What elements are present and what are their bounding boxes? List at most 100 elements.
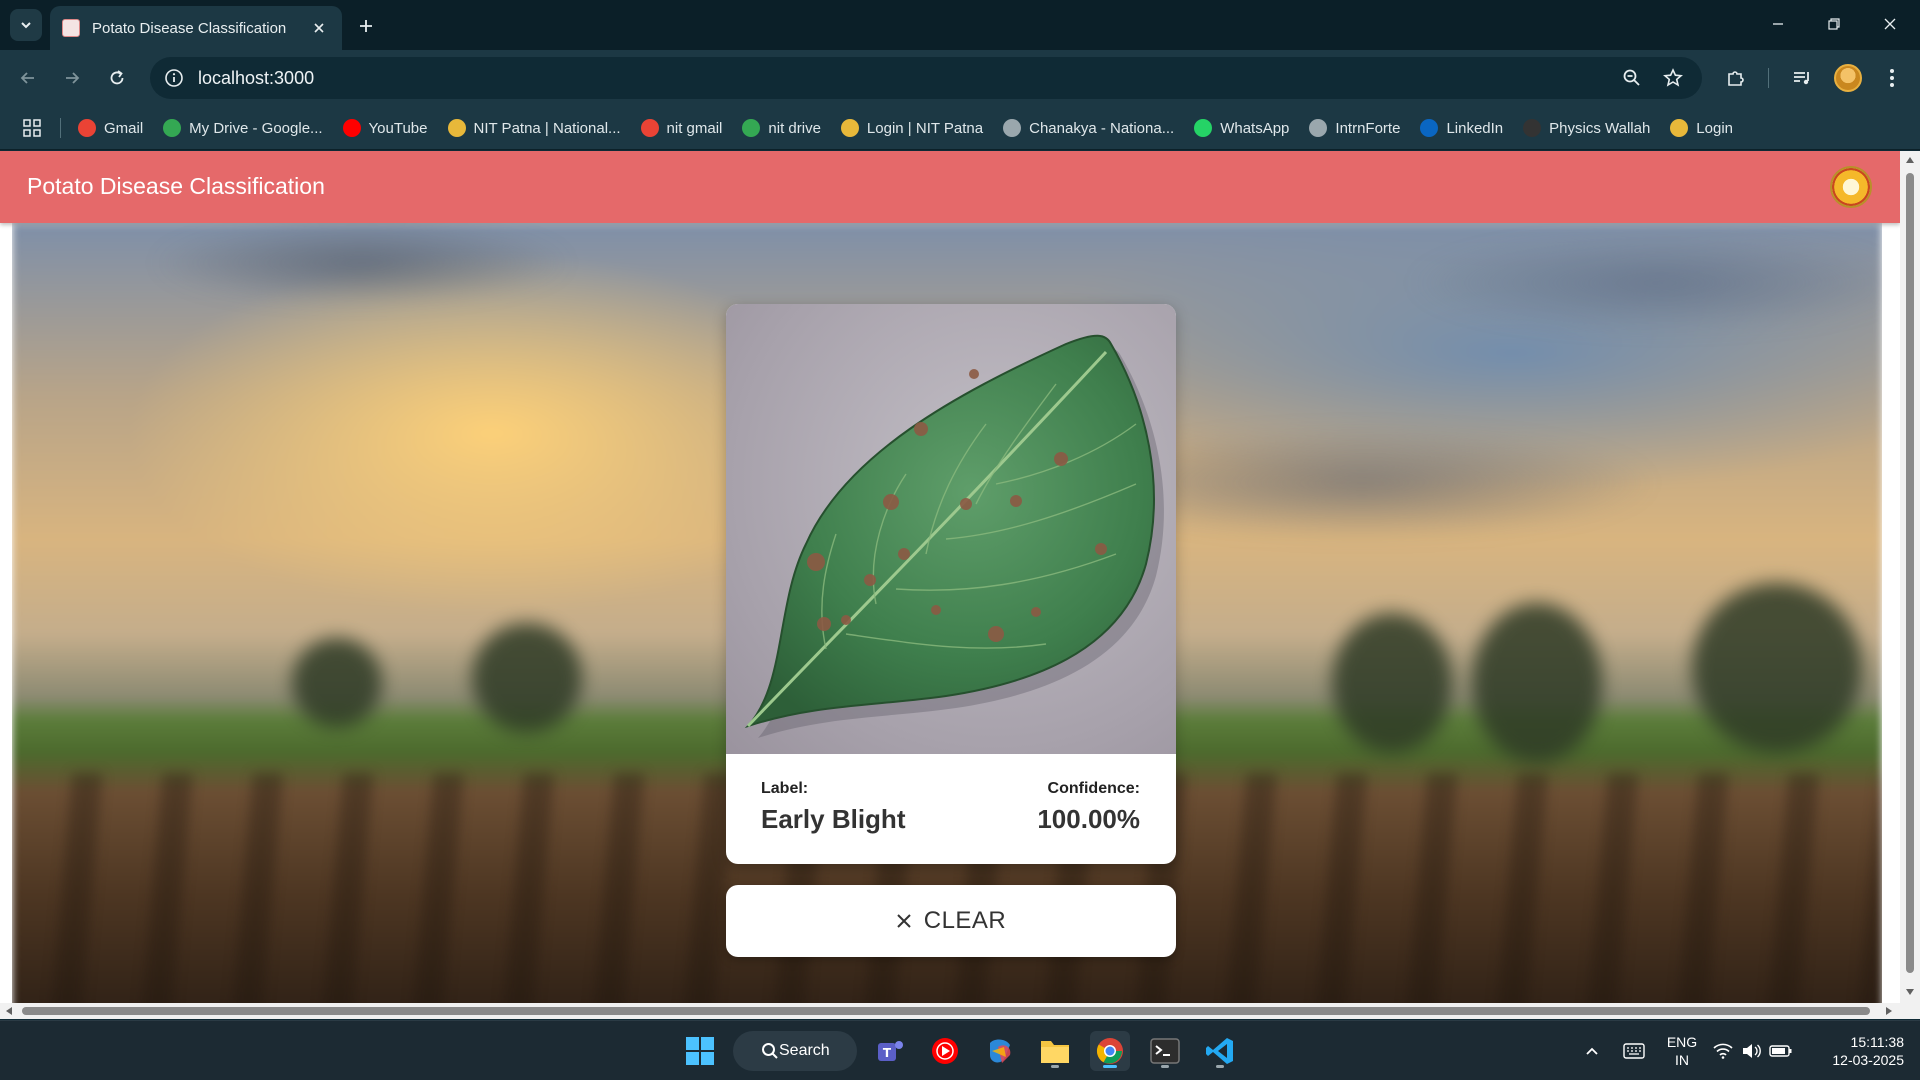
address-bar[interactable]: localhost:3000 [150, 57, 1702, 99]
terminal-icon [1150, 1038, 1180, 1064]
running-indicator [1051, 1065, 1059, 1068]
vertical-scroll-thumb[interactable] [1906, 173, 1914, 973]
new-tab-button[interactable] [352, 12, 380, 40]
restore-icon [1828, 18, 1840, 30]
youtube-music-app[interactable] [925, 1031, 965, 1071]
prediction-card: Label: Early Blight Confidence: 100.00% [726, 304, 1176, 864]
horizontal-scrollbar[interactable] [0, 1003, 1920, 1019]
forward-button[interactable] [56, 62, 88, 94]
system-clock[interactable]: 15:11:38 12-03-2025 [1812, 1033, 1904, 1069]
touch-keyboard-button[interactable] [1614, 1031, 1654, 1071]
chrome-app[interactable] [1090, 1031, 1130, 1071]
microsoft-365-app[interactable] [980, 1031, 1020, 1071]
uploaded-leaf-image [726, 304, 1176, 754]
confidence-value: 100.00% [1037, 804, 1140, 834]
bookmark-item[interactable]: My Drive - Google... [163, 119, 323, 137]
bookmark-item[interactable]: YouTube [342, 119, 428, 137]
region-code: IN [1675, 1052, 1689, 1068]
bookmark-item[interactable]: NIT Patna | National... [447, 119, 621, 137]
file-explorer-app[interactable] [1035, 1031, 1075, 1071]
browser-toolbar: localhost:3000 [0, 50, 1920, 106]
search-icon [762, 1043, 778, 1059]
wifi-icon [1713, 1043, 1733, 1059]
bookmark-label: nit gmail [666, 119, 723, 137]
bookmark-item[interactable]: Login [1670, 119, 1733, 137]
bookmark-item[interactable]: IntrnForte [1309, 119, 1400, 137]
scroll-down-icon[interactable] [1905, 987, 1915, 997]
bookmark-label: IntrnForte [1335, 119, 1401, 137]
vertical-scrollbar[interactable] [1900, 151, 1920, 1003]
physics-wallah-icon [1523, 119, 1542, 137]
taskbar-search[interactable]: Search [733, 1031, 857, 1071]
chrome-icon [1096, 1038, 1123, 1064]
bookmark-item[interactable]: Chanakya - Nationa... [1003, 119, 1174, 137]
scroll-up-icon[interactable] [1905, 155, 1915, 165]
volume-icon [1743, 1044, 1761, 1058]
nit-patna-icon [840, 119, 859, 137]
bookmark-item[interactable]: LinkedIn [1420, 119, 1503, 137]
terminal-app[interactable] [1145, 1031, 1185, 1071]
gmail-icon [78, 119, 96, 137]
bookmark-item[interactable]: nit drive [742, 119, 821, 137]
apps-grid-icon[interactable] [22, 118, 42, 138]
bookmark-item[interactable]: Gmail [78, 119, 143, 137]
tree-silhouette [1472, 603, 1602, 763]
whatsapp-icon [1194, 119, 1213, 137]
show-hidden-icons-button[interactable] [1572, 1031, 1612, 1071]
app-header: Potato Disease Classification [0, 151, 1900, 223]
keyboard-icon [1623, 1043, 1645, 1059]
horizontal-scroll-thumb[interactable] [22, 1007, 1870, 1015]
bookmark-item[interactable]: Physics Wallah [1523, 119, 1650, 137]
clear-button-label: CLEAR [923, 907, 1007, 934]
page-viewport: Potato Disease Classification Label: Ear… [0, 151, 1920, 1019]
bookmark-item[interactable]: WhatsApp [1194, 119, 1289, 137]
microsoft-365-icon [990, 1039, 1011, 1063]
vscode-icon [1206, 1038, 1233, 1064]
extensions-button[interactable] [1720, 62, 1752, 94]
browser-tab-active[interactable]: Potato Disease Classification [50, 6, 342, 50]
vscode-app[interactable] [1200, 1031, 1240, 1071]
close-icon [897, 914, 911, 928]
bookmark-star-icon[interactable] [1661, 66, 1685, 90]
url-text[interactable]: localhost:3000 [198, 68, 314, 89]
bookmark-item[interactable]: Login | NIT Patna [840, 119, 983, 137]
start-button[interactable] [680, 1031, 720, 1071]
site-info-icon[interactable] [164, 68, 184, 88]
close-window-button[interactable] [1870, 8, 1910, 40]
bookmark-item[interactable]: nit gmail [640, 119, 723, 137]
restore-button[interactable] [1814, 8, 1854, 40]
teams-app[interactable]: T [870, 1031, 910, 1071]
scroll-left-icon[interactable] [4, 1006, 14, 1016]
profile-avatar[interactable] [1834, 64, 1862, 92]
input-language-indicator[interactable]: ENG IN [1662, 1033, 1702, 1069]
predicted-label: Early Blight [761, 804, 906, 834]
quick-settings-button[interactable] [1708, 1031, 1798, 1071]
battery-icon [1769, 1045, 1792, 1057]
globe-icon [1003, 119, 1022, 137]
clock-date: 12-03-2025 [1832, 1052, 1904, 1068]
reload-button[interactable] [101, 62, 133, 94]
clear-button[interactable]: CLEAR [726, 885, 1176, 957]
zoom-icon[interactable] [1620, 66, 1644, 90]
puzzle-icon [1728, 71, 1744, 86]
back-button[interactable] [12, 62, 44, 94]
active-indicator [1103, 1065, 1117, 1068]
close-icon [1884, 18, 1896, 30]
tab-search-button[interactable] [10, 9, 42, 41]
tab-close-button[interactable] [308, 17, 330, 39]
chevron-down-icon [21, 22, 31, 29]
scroll-right-icon[interactable] [1884, 1006, 1894, 1016]
arrow-right-icon [66, 72, 80, 84]
app-title: Potato Disease Classification [27, 173, 325, 199]
close-icon [314, 23, 324, 33]
nit-patna-icon [447, 119, 466, 137]
globe-icon [1309, 119, 1328, 137]
gmail-icon [640, 119, 659, 137]
media-control-button[interactable] [1786, 62, 1818, 94]
bookmarks-separator [60, 118, 61, 138]
youtube-music-icon [932, 1038, 958, 1064]
browser-menu-button[interactable] [1876, 62, 1908, 94]
tree-silhouette [472, 623, 582, 733]
minimize-button[interactable] [1758, 8, 1798, 40]
taskbar-search-label: Search [779, 1042, 830, 1059]
